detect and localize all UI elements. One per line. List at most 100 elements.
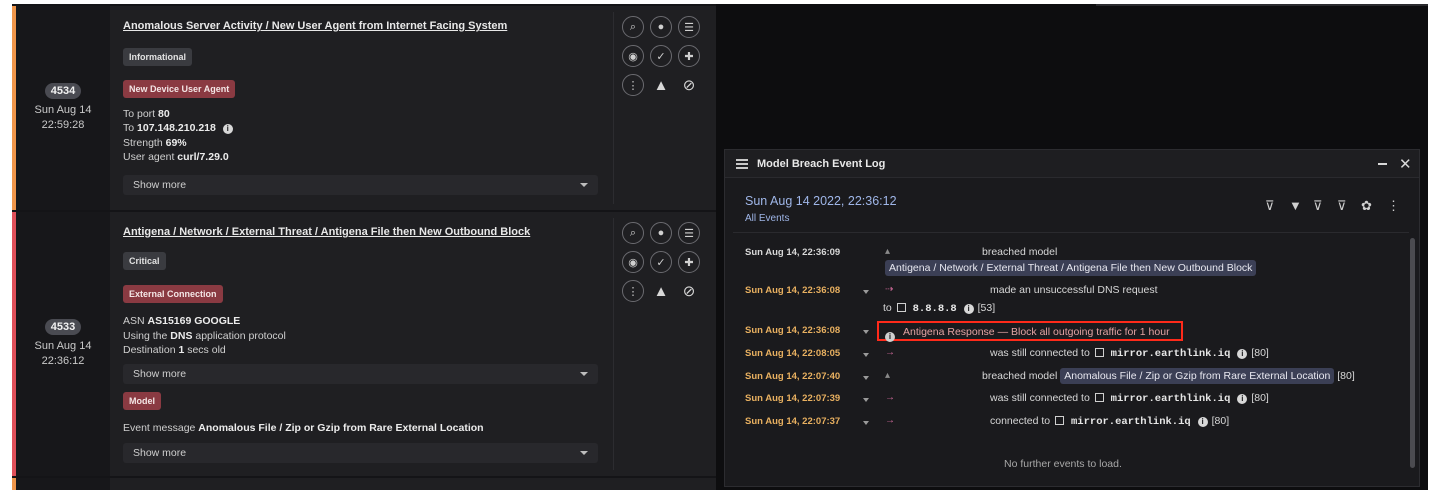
info-icon[interactable]: i <box>1237 394 1248 404</box>
breach-time: 22:59:28 <box>41 119 85 131</box>
host-link[interactable]: 8.8.8.8 <box>913 303 957 315</box>
eye-icon[interactable]: ◉ <box>622 45 644 67</box>
info-icon[interactable]: i <box>222 124 233 134</box>
chevron-down-icon[interactable] <box>863 330 869 334</box>
category-tag: New Device User Agent <box>123 80 236 98</box>
info-icon[interactable]: i <box>1237 349 1248 359</box>
comment-icon[interactable]: ● <box>650 16 672 38</box>
event-time: Sun Aug 14, 22:07:40 <box>745 371 841 382</box>
show-more-button[interactable]: Show more <box>123 175 598 195</box>
detail-asn: ASN AS15169 GOOGLE <box>123 315 241 327</box>
category-tag: External Connection <box>123 285 223 303</box>
more-vertical-icon[interactable]: ⋮ <box>622 280 644 302</box>
minimize-icon[interactable] <box>1378 163 1387 165</box>
event-row[interactable]: Sun Aug 14, 22:07:40 ▴ breached model An… <box>725 368 1405 388</box>
pin-icon[interactable]: ✚ <box>678 251 700 273</box>
severity-tag: Informational <box>123 48 193 66</box>
dns-target: to 8.8.8.8 i [53] <box>883 302 995 315</box>
event-row[interactable]: Sun Aug 14, 22:08:05 → was still connect… <box>725 345 1405 365</box>
external-link-icon[interactable] <box>896 303 906 312</box>
detail-destination: Destination 1 secs old <box>123 344 226 356</box>
warning-icon[interactable]: ▲ <box>650 74 672 96</box>
pin-icon[interactable]: ✚ <box>678 45 700 67</box>
more-vertical-icon[interactable]: ⋮ <box>622 74 644 96</box>
breach-list: 4534 Sun Aug 14 22:59:28 Anomalous Serve… <box>12 4 716 490</box>
panel-title: Model Breach Event Log <box>757 158 886 170</box>
device-icon: ▴ <box>885 370 891 381</box>
filter-off-icon[interactable]: ⊽ <box>1265 198 1275 214</box>
severity-tag: Critical <box>123 252 166 270</box>
event-text: connected to mirror.earthlink.iq i [80] <box>990 415 1229 428</box>
response-label: Antigena Response <box>903 326 995 338</box>
breach-title-link[interactable]: Antigena / Network / External Threat / A… <box>123 226 530 238</box>
antigena-response-highlight[interactable]: i Antigena Response — Block all outgoing… <box>877 321 1183 342</box>
arrow-right-icon: → <box>885 415 895 426</box>
filter-icon[interactable]: ▼ <box>1289 198 1302 213</box>
filter-remove-icon[interactable]: ⊽ <box>1313 198 1323 214</box>
breach-card-4533[interactable]: 4533 Sun Aug 14 22:36:12 Antigena / Netw… <box>12 212 716 476</box>
check-icon[interactable]: ✓ <box>650 45 672 67</box>
event-row[interactable]: Sun Aug 14, 22:36:08 ⇢ made an unsuccess… <box>725 282 1405 302</box>
eye-icon[interactable]: ◉ <box>622 251 644 273</box>
show-more-button-2[interactable]: Show more <box>123 443 598 463</box>
show-more-button[interactable]: Show more <box>123 364 598 384</box>
port-count: [80] <box>1337 370 1355 382</box>
check-icon[interactable]: ✓ <box>650 251 672 273</box>
info-icon: i <box>885 332 895 342</box>
list-icon[interactable]: ☰ <box>678 16 700 38</box>
chevron-down-icon[interactable] <box>863 398 869 402</box>
screenshot-frame: 4534 Sun Aug 14 22:59:28 Anomalous Serve… <box>0 0 1430 495</box>
comment-icon[interactable]: ● <box>650 222 672 244</box>
palette-icon[interactable]: ✿ <box>1361 198 1372 214</box>
event-row[interactable]: Sun Aug 14, 22:07:39 → was still connect… <box>725 390 1405 410</box>
search-icon[interactable]: ⌕ <box>622 16 644 38</box>
port-count: [53] <box>977 302 996 314</box>
eye-off-icon[interactable]: ⊘ <box>678 280 700 302</box>
external-link-icon[interactable] <box>1094 393 1104 402</box>
chevron-down-icon[interactable] <box>863 353 869 357</box>
external-link-icon[interactable] <box>1094 348 1104 357</box>
response-action: Block all outgoing traffic for 1 hour <box>1011 326 1170 338</box>
detail-strength: Strength 69% <box>123 137 187 149</box>
event-text: was still connected to mirror.earthlink.… <box>990 392 1269 405</box>
breach-card-partial[interactable] <box>12 478 716 490</box>
chevron-down-icon[interactable] <box>863 421 869 425</box>
chevron-down-icon <box>580 183 588 187</box>
host-link[interactable]: mirror.earthlink.iq <box>1071 416 1191 428</box>
event-log-panel: Model Breach Event Log ✕ Sun Aug 14 2022… <box>724 149 1420 487</box>
model-pill[interactable]: Antigena / Network / External Threat / A… <box>885 260 1257 276</box>
panel-header: Model Breach Event Log ✕ <box>725 150 1419 178</box>
event-action: connected to <box>990 415 1051 427</box>
info-icon[interactable]: i <box>1197 417 1208 427</box>
scrollbar[interactable] <box>1410 238 1415 468</box>
model-pill[interactable]: Anomalous File / Zip or Gzip from Rare E… <box>1060 368 1335 384</box>
warning-icon[interactable]: ▲ <box>650 280 672 302</box>
external-link-icon[interactable] <box>1055 416 1065 425</box>
detail-to-ip: To 107.148.210.218 i <box>123 122 237 134</box>
event-log-date: Sun Aug 14 2022, 22:36:12 <box>745 194 897 208</box>
model-pill-label[interactable]: Antigena / Network / External Threat / A… <box>885 260 1257 276</box>
more-vertical-icon[interactable]: ⋮ <box>1387 198 1400 214</box>
chevron-down-icon[interactable] <box>863 376 869 380</box>
breach-title-link[interactable]: Anomalous Server Activity / New User Age… <box>123 20 507 32</box>
event-row-detail: Antigena / Network / External Threat / A… <box>725 260 1405 280</box>
list-icon[interactable]: ☰ <box>678 222 700 244</box>
event-time: Sun Aug 14, 22:36:08 <box>745 325 841 336</box>
event-row[interactable]: Sun Aug 14, 22:07:37 → connected to mirr… <box>725 413 1405 433</box>
breach-card-4534[interactable]: 4534 Sun Aug 14 22:59:28 Anomalous Serve… <box>12 6 716 210</box>
close-icon[interactable]: ✕ <box>1399 155 1412 173</box>
event-action: breached model <box>982 370 1058 382</box>
filter-settings-icon[interactable]: ⊽ <box>1337 198 1347 214</box>
info-icon[interactable]: i <box>963 304 974 314</box>
actions-divider <box>613 12 614 204</box>
search-icon[interactable]: ⌕ <box>622 222 644 244</box>
event-filter-label[interactable]: All Events <box>745 213 789 224</box>
menu-icon[interactable] <box>736 159 748 169</box>
eye-off-icon[interactable]: ⊘ <box>678 74 700 96</box>
event-text: was still connected to mirror.earthlink.… <box>990 347 1269 360</box>
host-link[interactable]: mirror.earthlink.iq <box>1111 393 1231 405</box>
host-link[interactable]: mirror.earthlink.iq <box>1111 348 1231 360</box>
chevron-down-icon[interactable] <box>863 290 869 294</box>
breach-id-badge: 4533 <box>44 319 82 335</box>
port-count: [80] <box>1211 415 1230 427</box>
